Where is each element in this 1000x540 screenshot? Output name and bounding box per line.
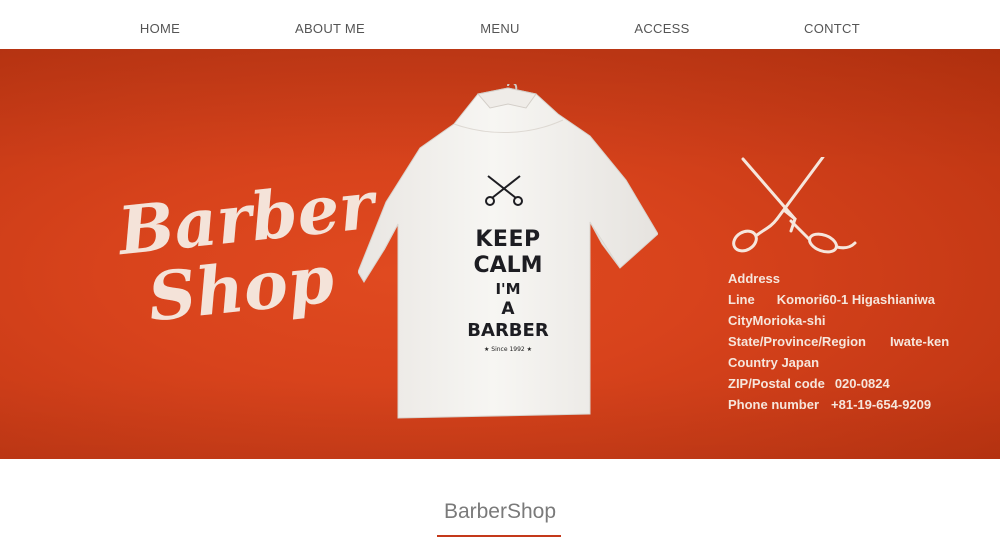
section-title-underline bbox=[437, 535, 561, 537]
shirt-text-a: A bbox=[501, 299, 515, 319]
address-country: Country Japan bbox=[728, 355, 820, 370]
address-state-value: Iwate-ken bbox=[889, 334, 950, 349]
scissors-icon bbox=[732, 157, 857, 254]
top-nav: HOME ABOUT ME MENU ACCESS CONTCT bbox=[0, 0, 1000, 49]
address-phone-row: Phone number +81-19-654-9209 bbox=[728, 394, 998, 415]
nav-home[interactable]: HOME bbox=[140, 21, 180, 36]
shirt-text-keep: KEEP bbox=[475, 227, 541, 252]
shirt-text-im: I'M bbox=[495, 280, 521, 298]
address-state-label: State/Province/Region bbox=[728, 334, 866, 349]
nav-access[interactable]: ACCESS bbox=[634, 21, 689, 36]
address-zip-row: ZIP/Postal code 020-0824 bbox=[728, 373, 998, 394]
address-zip-value: 020-0824 bbox=[834, 376, 890, 391]
section-title: BarberShop bbox=[443, 500, 557, 523]
address-phone-value: +81-19-654-9209 bbox=[831, 397, 932, 412]
barbershop-logo: Barber Shop bbox=[100, 166, 378, 349]
shirt-text-calm: CALM bbox=[473, 253, 543, 278]
nav-menu[interactable]: MENU bbox=[480, 21, 519, 36]
address-zip-label: ZIP/Postal code bbox=[728, 376, 825, 391]
address-line-value: Komori60-1 Higashianiwa bbox=[776, 292, 935, 307]
address-line-row: Line Komori60-1 Higashianiwa bbox=[728, 289, 998, 310]
address-heading: Address bbox=[728, 271, 781, 286]
hero-banner: Barber Shop KEEP CALM I'M A BARBER ★ Sin… bbox=[0, 49, 1000, 459]
address-line-label: Line bbox=[728, 292, 755, 307]
address-phone-label: Phone number bbox=[728, 397, 820, 412]
shirt-text-barber: BARBER bbox=[467, 320, 549, 341]
address-city: CityMorioka-shi bbox=[728, 313, 826, 328]
address-block: Address Line Komori60-1 Higashianiwa City… bbox=[728, 268, 998, 415]
nav-about-me[interactable]: ABOUT ME bbox=[295, 21, 365, 36]
address-state-row: State/Province/Region Iwate-ken bbox=[728, 331, 998, 352]
shirt-image: KEEP CALM I'M A BARBER ★ Since 1992 ★ bbox=[357, 81, 659, 429]
nav-contact[interactable]: CONTCT bbox=[804, 21, 860, 36]
shirt-text-since: ★ Since 1992 ★ bbox=[483, 346, 533, 353]
